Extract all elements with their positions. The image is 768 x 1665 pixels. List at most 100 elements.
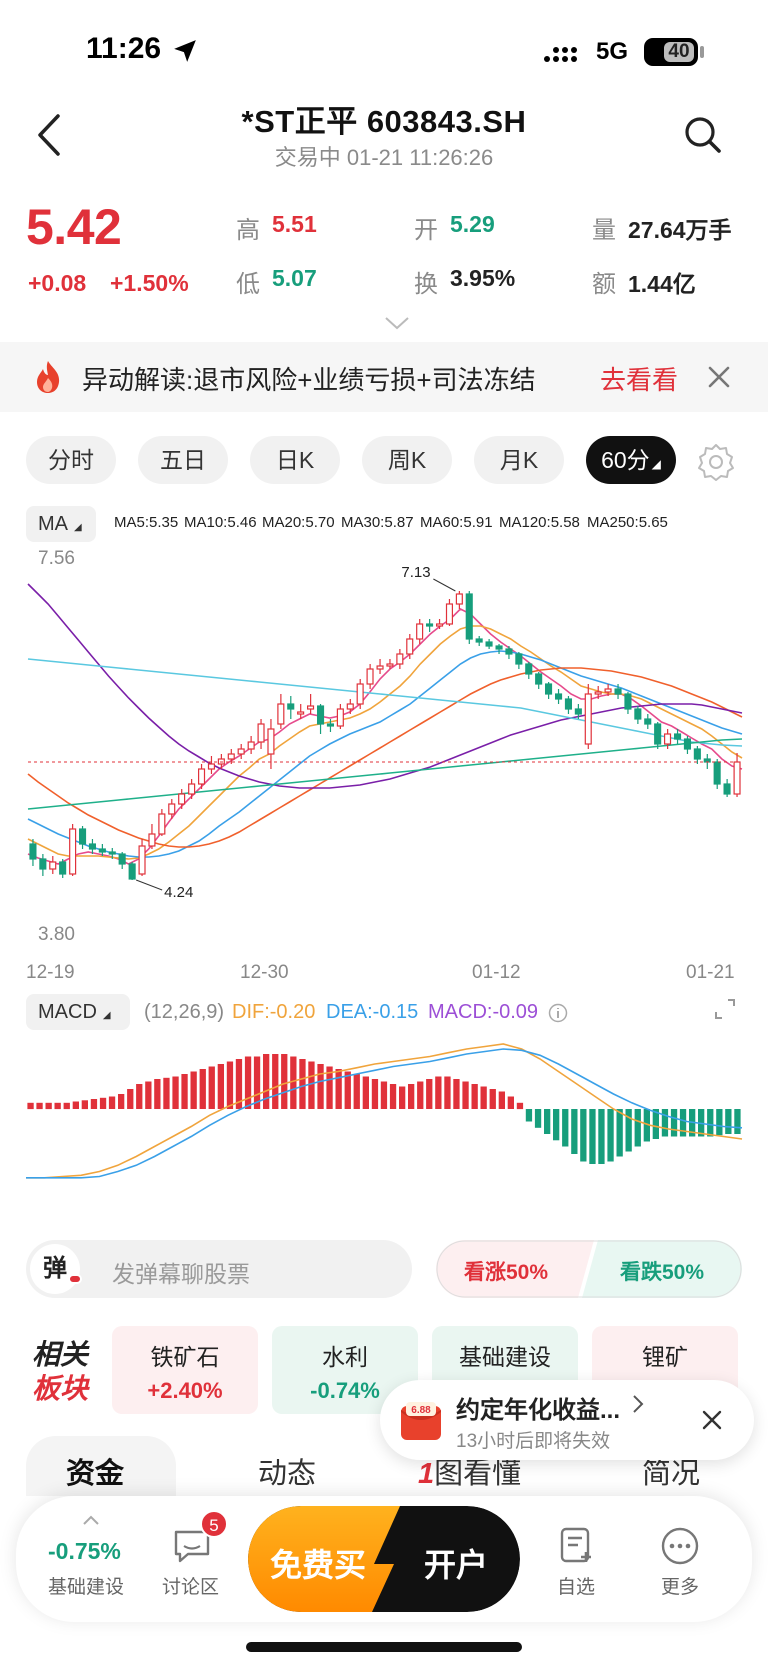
close-icon[interactable] <box>708 366 730 388</box>
macd-bar-up <box>136 1084 143 1109</box>
price-change-pct: +1.50% <box>110 270 189 296</box>
tab-funds[interactable]: 资金 <box>66 1450 124 1492</box>
candle-down <box>634 708 642 720</box>
macd-bar-up <box>380 1081 388 1109</box>
macd-bar-down <box>725 1109 732 1134</box>
macd-bar-up <box>335 1069 342 1109</box>
open-value: 5.29 <box>450 211 495 237</box>
info-icon[interactable] <box>548 1003 568 1023</box>
macd-bar-up <box>181 1074 188 1109</box>
sector-change-pct[interactable]: -0.75% <box>48 1538 121 1565</box>
fire-icon <box>37 361 60 393</box>
macd-bar-up <box>362 1076 369 1109</box>
candle-up <box>733 761 741 795</box>
tab-month-k[interactable]: 月K <box>474 436 564 484</box>
candle-down <box>475 638 483 643</box>
ma30-label: MA30:5.87 <box>341 514 414 531</box>
macd-bar-up <box>244 1056 252 1109</box>
macd-dea: DEA:-0.15 <box>326 1001 419 1023</box>
candle-down <box>88 843 97 850</box>
fullscreen-icon[interactable] <box>712 996 738 1022</box>
alert-link[interactable]: 去看看 <box>600 360 678 397</box>
sector-title-line2: 板块 <box>32 1373 89 1404</box>
macd-bar-up <box>353 1074 360 1109</box>
network-type: 5G <box>596 38 629 65</box>
ma250-label: MA250:5.65 <box>587 514 668 531</box>
macd-bar-up <box>172 1076 179 1109</box>
macd-dif: DIF:-0.20 <box>232 1001 316 1023</box>
red-envelope-value: 6.88 <box>411 1405 431 1416</box>
ma-selector[interactable]: MA ◢ <box>26 506 96 542</box>
sector-name: 基础建设 <box>459 1344 551 1370</box>
macd-bar-up <box>444 1076 451 1109</box>
battery-level: 40 <box>664 42 694 62</box>
high-value: 5.51 <box>272 211 317 237</box>
ma60-label: MA60:5.91 <box>420 514 493 531</box>
ma-line-ma20 <box>27 650 743 858</box>
search-icon[interactable] <box>684 116 722 154</box>
macd-bar-down <box>553 1109 560 1141</box>
candle-down <box>564 698 573 710</box>
current-price: 5.42 <box>26 199 122 255</box>
chevron-up-icon[interactable] <box>82 1514 100 1526</box>
macd-bar-up <box>263 1054 270 1109</box>
candle-down <box>723 783 731 795</box>
candle-down <box>515 653 523 665</box>
macd-bar-down <box>525 1109 533 1122</box>
macd-bar-down <box>634 1109 641 1147</box>
chevron-down-icon[interactable] <box>384 316 410 330</box>
tab-5day[interactable]: 五日 <box>138 436 228 484</box>
candle-up <box>168 803 176 815</box>
candle-down <box>78 828 87 845</box>
macd-bar-up <box>45 1102 52 1110</box>
volume-label: 量 <box>592 217 616 244</box>
candle-up <box>307 705 315 710</box>
candlestick-chart[interactable]: 7.56 3.80 12-19 12-30 01-12 01-21 7.13 4.… <box>0 548 768 988</box>
sector-name: 铁矿石 <box>150 1344 220 1370</box>
ma20-label: MA20:5.70 <box>262 514 335 531</box>
macd-bar-up <box>471 1084 478 1109</box>
candle-down <box>614 688 622 695</box>
macd-bar-up <box>108 1096 116 1109</box>
open-label: 开 <box>414 217 438 244</box>
macd-bar-up <box>480 1086 487 1109</box>
promo-title: 约定年化收益... <box>456 1397 621 1424</box>
macd-selector[interactable]: MACD ◢ <box>26 994 130 1030</box>
macd-bar-up <box>81 1100 88 1110</box>
candle-up <box>396 653 404 665</box>
low-marker-line <box>135 879 163 891</box>
close-icon[interactable] <box>702 1410 722 1430</box>
low-value: 5.07 <box>272 265 317 291</box>
vote-down-button[interactable]: 看跌50% <box>620 1256 704 1286</box>
macd-chart[interactable] <box>0 1034 768 1184</box>
candle-up <box>247 741 255 750</box>
candle-down <box>644 718 652 725</box>
vote-up-button[interactable]: 看涨50% <box>464 1256 548 1286</box>
tab-60min[interactable]: 60分 ◢ <box>586 436 676 484</box>
watchlist-icon[interactable] <box>558 1526 596 1564</box>
macd-bar-down <box>661 1109 669 1137</box>
low-label: 低 <box>236 271 260 298</box>
ma5-label: MA5:5.35 <box>114 514 179 531</box>
tab-week-k[interactable]: 周K <box>362 436 452 484</box>
macd-bar-up <box>371 1079 379 1109</box>
sector-name: 水利 <box>322 1344 368 1370</box>
candle-up <box>376 665 384 670</box>
macd-bar-down <box>544 1109 551 1134</box>
danmaku-toggle-dot <box>68 1274 82 1284</box>
tab-day-k[interactable]: 日K <box>250 436 340 484</box>
candle-down <box>505 648 513 655</box>
sector-card[interactable]: 铁矿石 +2.40% <box>112 1326 258 1414</box>
tab-60min-label: 60分 <box>601 447 650 473</box>
candle-up <box>69 828 77 875</box>
turnover-label: 换 <box>414 271 438 298</box>
candle-up <box>178 793 186 805</box>
sector-pct: +2.40% <box>147 1378 223 1403</box>
candle-up <box>663 733 672 745</box>
macd-bar-down <box>598 1109 605 1164</box>
tab-fenshi[interactable]: 分时 <box>26 436 116 484</box>
candle-up <box>148 833 156 847</box>
tab-news[interactable]: 动态 <box>258 1450 316 1492</box>
more-icon[interactable] <box>660 1526 700 1566</box>
gear-icon[interactable] <box>696 442 736 482</box>
